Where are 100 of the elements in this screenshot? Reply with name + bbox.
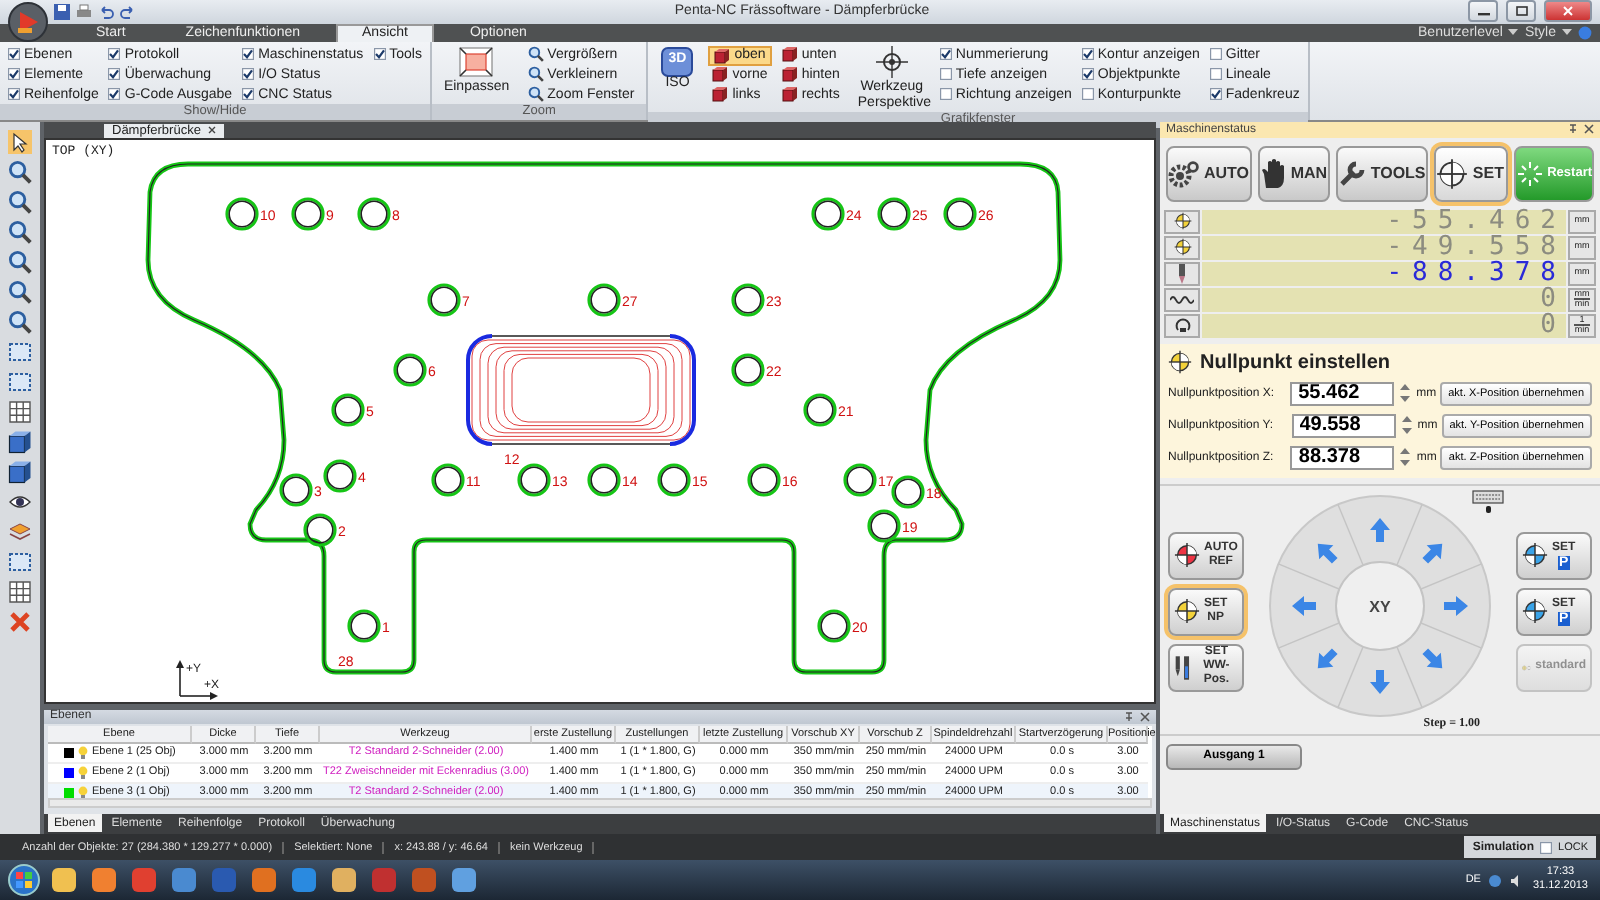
checkbox[interactable]	[1209, 68, 1222, 81]
caret-icon[interactable]	[1562, 28, 1572, 37]
readout-icon-button[interactable]	[1164, 209, 1200, 234]
spin-up-icon[interactable]	[1401, 414, 1412, 425]
checkbox[interactable]	[1209, 88, 1222, 101]
spin-down-icon[interactable]	[1400, 458, 1411, 469]
spin-down-icon[interactable]	[1401, 426, 1412, 437]
undo-icon[interactable]	[98, 3, 114, 20]
checkbox[interactable]	[1081, 88, 1094, 101]
jog-arrow-button[interactable]	[1370, 517, 1390, 542]
start-orb-icon[interactable]	[8, 864, 40, 897]
caret-icon[interactable]	[1508, 28, 1519, 37]
lightbulb-icon[interactable]	[78, 765, 88, 780]
app-icon[interactable]	[48, 864, 80, 897]
zoom-icon[interactable]	[8, 309, 32, 334]
number-field[interactable]: 55.462	[1290, 381, 1395, 406]
pin-icon[interactable]	[1568, 124, 1578, 135]
jog-arrow-button[interactable]	[1422, 647, 1443, 668]
checkbox[interactable]	[108, 88, 121, 101]
lightbulb-icon[interactable]	[78, 785, 88, 800]
app-icon[interactable]	[248, 864, 280, 897]
grid-icon[interactable]	[8, 399, 32, 424]
zoom-icon[interactable]	[8, 219, 32, 244]
mode-button[interactable]: SET	[1433, 145, 1508, 202]
minimize-button[interactable]	[1468, 0, 1498, 23]
zoom-icon[interactable]	[8, 279, 32, 304]
starburst-icon	[1515, 159, 1544, 188]
checkbox[interactable]	[1540, 841, 1553, 854]
selection-frame-icon[interactable]	[8, 339, 32, 364]
drill-hole	[731, 352, 765, 387]
cube-icon[interactable]	[660, 45, 695, 78]
zoom-icon[interactable]	[8, 189, 32, 214]
close-icon[interactable]	[208, 126, 217, 135]
zoom-icon[interactable]	[8, 159, 32, 184]
checkbox[interactable]	[242, 48, 255, 61]
layers-icon[interactable]	[8, 519, 32, 544]
jog-arrow-button[interactable]	[1444, 595, 1468, 616]
jog-arrow-button[interactable]	[1422, 543, 1443, 564]
help-icon[interactable]	[1488, 873, 1503, 888]
checkbox[interactable]	[1081, 48, 1094, 61]
cube-icon[interactable]	[8, 429, 32, 454]
jog-arrow-button[interactable]	[1292, 595, 1316, 616]
mode-button[interactable]: AUTO	[1166, 145, 1252, 202]
cube-icon[interactable]	[8, 459, 32, 484]
readout-icon-button[interactable]	[1164, 287, 1200, 312]
crosshair-icon[interactable]	[875, 45, 908, 78]
redo-icon[interactable]	[120, 3, 136, 20]
checkbox[interactable]	[108, 48, 121, 61]
drill-hole	[811, 196, 845, 231]
maximize-button[interactable]	[1506, 0, 1536, 23]
close-icon[interactable]	[1584, 124, 1594, 135]
checkbox[interactable]	[939, 88, 952, 101]
readout-icon-button[interactable]	[1164, 235, 1200, 260]
save-icon[interactable]	[54, 3, 70, 20]
fit-view-icon[interactable]	[458, 45, 495, 78]
jog-arrow-button[interactable]	[1370, 669, 1390, 694]
checkbox[interactable]	[373, 48, 386, 61]
checkbox[interactable]	[8, 68, 20, 81]
number-field[interactable]: 49.558	[1291, 413, 1396, 438]
close-icon[interactable]	[1140, 711, 1150, 722]
spin-up-icon[interactable]	[1400, 382, 1411, 393]
readout-icon-button[interactable]	[1164, 313, 1200, 338]
app-icon[interactable]	[448, 864, 480, 897]
spin-down-icon[interactable]	[1400, 394, 1411, 405]
spin-up-icon[interactable]	[1400, 446, 1411, 457]
cursor-icon[interactable]	[8, 129, 32, 154]
keyboard-icon[interactable]	[1472, 489, 1504, 514]
app-icon[interactable]	[288, 864, 320, 897]
mode-button[interactable]: MAN	[1257, 145, 1331, 202]
checkbox[interactable]	[939, 48, 952, 61]
pin-icon[interactable]	[1124, 711, 1134, 722]
checkbox[interactable]	[8, 48, 20, 61]
number-field[interactable]: 88.378	[1290, 445, 1395, 470]
checkbox[interactable]	[108, 68, 121, 81]
checkbox[interactable]	[939, 68, 952, 81]
selection-frame-icon[interactable]	[8, 549, 32, 574]
horizontal-scrollbar[interactable]	[48, 797, 1152, 808]
mode-button[interactable]: TOOLS	[1336, 145, 1428, 202]
checkbox[interactable]	[1209, 48, 1222, 61]
print-icon[interactable]	[76, 3, 92, 20]
drill-hole	[291, 196, 325, 231]
jog-arrow-button[interactable]	[1317, 647, 1338, 668]
drill-hole	[943, 196, 977, 231]
checkbox[interactable]	[8, 88, 20, 101]
selection-frame-icon[interactable]	[8, 369, 32, 394]
zoom-icon[interactable]	[8, 249, 32, 274]
close-button[interactable]	[1544, 0, 1592, 23]
drill-hole	[427, 282, 461, 317]
app-icon[interactable]	[88, 864, 120, 897]
delete-icon[interactable]	[8, 609, 32, 634]
checkbox[interactable]	[242, 68, 255, 81]
lightbulb-icon[interactable]	[78, 745, 88, 760]
maximize-icon	[1515, 6, 1527, 17]
app-icon[interactable]	[168, 864, 200, 897]
checkbox[interactable]	[1081, 68, 1094, 81]
checkbox[interactable]	[242, 88, 255, 101]
app-icon[interactable]	[328, 864, 360, 897]
readout-icon-button[interactable]	[1164, 261, 1200, 286]
grid-icon[interactable]	[8, 579, 32, 604]
jog-arrow-button[interactable]	[1317, 543, 1338, 564]
